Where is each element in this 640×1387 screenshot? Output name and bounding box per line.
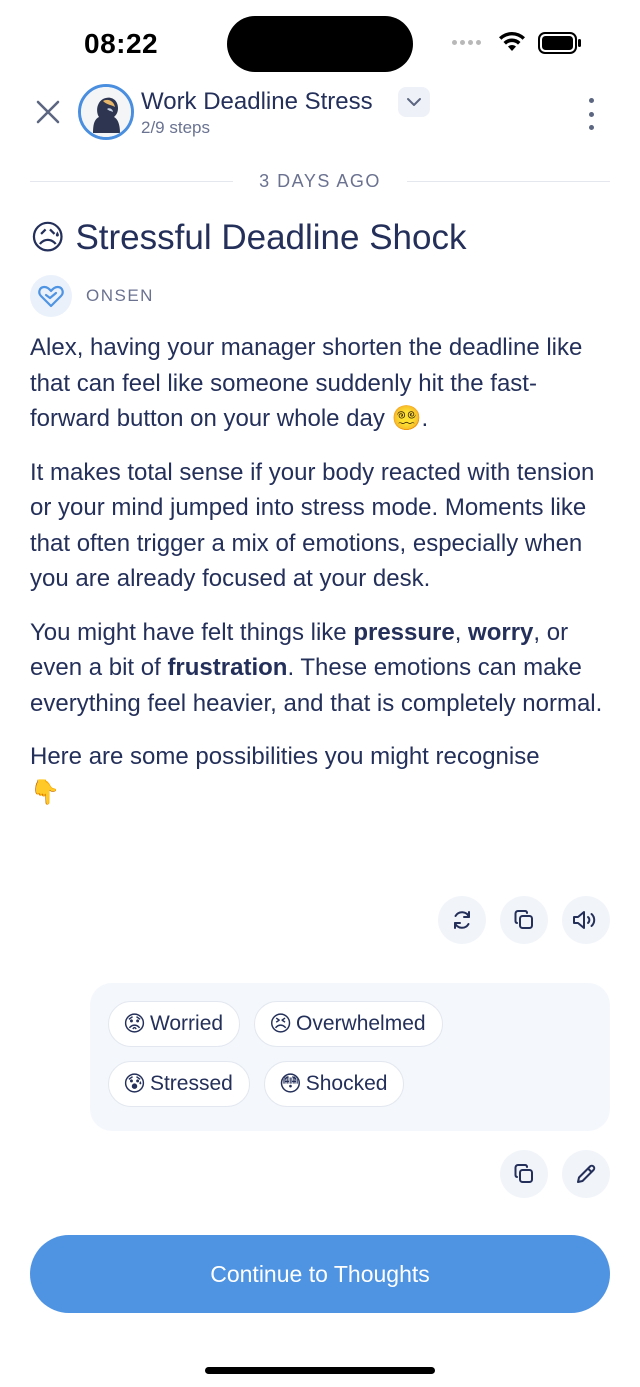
- pencil-icon: [577, 1164, 596, 1183]
- read-aloud-button[interactable]: [562, 896, 610, 944]
- cellular-signal-icon: [452, 40, 481, 45]
- worried-face-emoji: 😟: [123, 1011, 146, 1036]
- date-divider: 3 DAYS AGO: [30, 168, 610, 194]
- status-time: 08:22: [84, 28, 159, 59]
- message-title: 😥 Stressful Deadline Shock: [30, 218, 467, 258]
- message-actions: [438, 896, 610, 944]
- emphasis-frustration: frustration: [167, 654, 288, 681]
- home-indicator: [205, 1367, 435, 1374]
- emotion-chip-overwhelmed[interactable]: 😣 Overwhelmed: [254, 1001, 443, 1047]
- emotion-chip-stressed[interactable]: 😰 Stressed: [108, 1061, 250, 1107]
- close-icon: [36, 100, 60, 124]
- more-dot-icon: [588, 98, 594, 103]
- sad-face-emoji: 😥: [30, 219, 66, 257]
- continue-to-thoughts-button[interactable]: Continue to Thoughts: [30, 1235, 610, 1313]
- chip-label: Stressed: [149, 1072, 233, 1095]
- topic-title: Work Deadline Stress: [141, 88, 373, 115]
- status-bar: 08:22: [0, 0, 640, 90]
- emphasis-pressure: pressure: [353, 618, 455, 646]
- pointing-down-emoji: 👇: [30, 778, 60, 806]
- step-counter: 2/9 steps: [141, 118, 210, 137]
- refresh-icon: [454, 911, 470, 929]
- topic-dropdown-button[interactable]: [398, 87, 430, 117]
- divider-line: [406, 180, 610, 182]
- emotion-chip-worried[interactable]: 😟 Worried: [108, 1001, 241, 1047]
- message-title-text: Stressful Deadline Shock: [75, 218, 467, 257]
- speaker-icon: [573, 911, 596, 929]
- topic-avatar: [78, 84, 134, 140]
- message-paragraph: It makes total sense if your body reacte…: [30, 458, 595, 593]
- anxious-face-emoji: 😰: [123, 1071, 146, 1096]
- message-paragraph: Alex, having your manager shorten the de…: [30, 334, 583, 432]
- battery-icon: [538, 32, 581, 54]
- heart-hands-icon: [38, 285, 64, 308]
- emotion-chips: 😟 Worried 😣 Overwhelmed 😰 Stressed 😳 Sho…: [108, 1001, 592, 1107]
- emphasis-worry: worry: [468, 618, 534, 646]
- chip-label: Shocked: [305, 1072, 388, 1095]
- copy-reply-button[interactable]: [500, 1150, 548, 1198]
- chip-label: Overwhelmed: [296, 1012, 426, 1035]
- onsen-logo: [30, 275, 72, 317]
- chip-label: Worried: [149, 1012, 224, 1035]
- wifi-icon: [499, 31, 525, 51]
- user-reply-bubble: 😟 Worried 😣 Overwhelmed 😰 Stressed 😳 Sho…: [90, 983, 610, 1131]
- dizzy-face-emoji: 😵‍💫: [391, 405, 422, 432]
- close-button[interactable]: [30, 94, 66, 130]
- message-paragraph: Here are some possibilities you might re…: [30, 743, 540, 806]
- reply-actions: [500, 1150, 610, 1198]
- message-sender: ONSEN: [30, 275, 154, 317]
- dynamic-island: [227, 16, 413, 72]
- date-label: 3 DAYS AGO: [259, 170, 381, 191]
- message-paragraph: You might have felt things like pressure…: [30, 618, 603, 717]
- copy-button[interactable]: [500, 896, 548, 944]
- regenerate-button[interactable]: [438, 896, 486, 944]
- divider-line: [30, 180, 234, 182]
- copy-icon: [514, 1164, 533, 1183]
- more-options-button[interactable]: [578, 94, 604, 134]
- head-silhouette-icon: [81, 87, 131, 137]
- flushed-face-emoji: 😳: [278, 1071, 302, 1096]
- edit-reply-button[interactable]: [562, 1150, 610, 1198]
- sender-name: ONSEN: [86, 286, 154, 305]
- persevering-face-emoji: 😣: [269, 1011, 293, 1036]
- emotion-chip-shocked[interactable]: 😳 Shocked: [263, 1061, 405, 1107]
- chevron-down-icon: [407, 98, 421, 106]
- header: Work Deadline Stress 2/9 steps: [0, 84, 640, 144]
- message-body: Alex, having your manager shorten the de…: [30, 330, 615, 828]
- copy-icon: [514, 910, 533, 929]
